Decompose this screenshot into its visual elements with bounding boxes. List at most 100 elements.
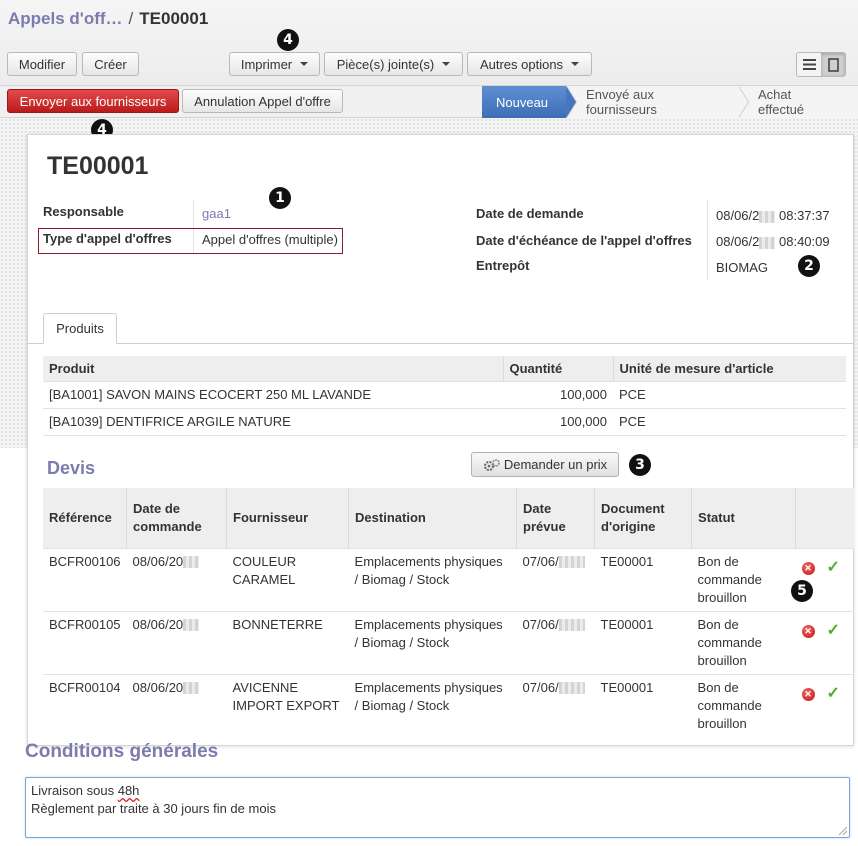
stage-sent-to-suppliers[interactable]: Envoyé aux fournisseurs — [566, 86, 750, 118]
column-order-date[interactable]: Date de commande — [126, 488, 228, 548]
order-date-cell: 08/06/20 — [126, 673, 227, 737]
table-row[interactable]: BCFR00106 08/06/20 COULEUR CARAMEL Emplac… — [43, 547, 854, 611]
breadcrumb-current: TE00001 — [139, 9, 209, 28]
caret-down-icon — [300, 62, 309, 66]
general-conditions-textarea[interactable]: Livraison sous 48h Règlement par traite … — [25, 777, 850, 838]
column-origin[interactable]: Document d'origine — [594, 488, 693, 548]
confirm-check-icon[interactable]: ✓ — [827, 559, 840, 577]
status-text: brouillon — [697, 652, 747, 668]
deadline-date-text: 08/06/2 — [716, 234, 760, 249]
confirm-check-icon[interactable]: ✓ — [827, 685, 840, 703]
field-divider — [707, 200, 708, 280]
callout-one: 1 — [269, 187, 291, 209]
redacted-block — [558, 682, 585, 695]
callout-four-top: 4 — [277, 29, 299, 51]
actions-cell: ✕ ✓ — [795, 610, 854, 674]
product-cell: [BA1001] SAVON MAINS ECOCERT 250 ML LAVA… — [43, 380, 503, 408]
cancel-icon[interactable]: ✕ — [801, 687, 815, 701]
uom-cell: PCE — [613, 407, 846, 436]
planned-text: 07/06/ — [522, 616, 559, 632]
conditions-line-2: Règlement par traite à 30 jours fin de m… — [31, 801, 276, 816]
edit-button[interactable]: Modifier — [7, 52, 77, 76]
conditions-line-1: Livraison sous 48h — [31, 782, 844, 800]
resize-grip-icon[interactable] — [839, 827, 847, 835]
column-uom[interactable]: Unité de mesure d'article — [613, 356, 846, 381]
header-text: commande — [133, 518, 202, 534]
status-text: brouillon — [697, 715, 747, 731]
attachments-dropdown-button[interactable]: Pièce(s) jointe(s) — [324, 52, 463, 76]
supplier-text: CARAMEL — [232, 571, 296, 587]
table-row[interactable]: BCFR00105 08/06/20 BONNETERRE Emplacemen… — [43, 610, 854, 674]
column-reference[interactable]: Référence — [43, 488, 128, 548]
responsible-label: Responsable — [43, 204, 124, 219]
cancel-icon[interactable]: ✕ — [801, 561, 815, 575]
breadcrumb-parent-link[interactable]: Appels d'off… — [8, 9, 123, 28]
stage-arrow — [566, 86, 577, 118]
supplier-text: AVICENNE — [232, 679, 299, 695]
destination-text: Emplacements physiques — [354, 553, 503, 569]
request-time-text: 08:37:37 — [779, 208, 830, 223]
view-switcher — [796, 52, 846, 77]
uom-cell: PCE — [613, 380, 846, 408]
header-text: d'origine — [601, 518, 656, 534]
reference-cell: BCFR00104 — [43, 673, 127, 737]
column-supplier[interactable]: Fournisseur — [226, 488, 350, 548]
supplier-cell: COULEUR CARAMEL — [226, 547, 349, 611]
more-options-dropdown-button[interactable]: Autres options — [467, 52, 592, 76]
redacted-block — [558, 556, 585, 569]
list-view-icon[interactable] — [797, 53, 821, 76]
create-button[interactable]: Créer — [82, 52, 139, 76]
supplier-text: BONNETERRE — [232, 616, 323, 632]
column-status[interactable]: Statut — [691, 488, 797, 548]
order-date-cell: 08/06/20 — [126, 547, 227, 611]
origin-cell: TE00001 — [594, 673, 692, 737]
status-cell: Bon de commande brouillon — [691, 547, 796, 611]
quotes-header-row: Référence Date de commande Fournisseur De… — [43, 488, 854, 548]
statusbar-row: Envoyer aux fournisseurs Annulation Appe… — [0, 86, 858, 118]
destination-text: / Biomag / Stock — [354, 634, 450, 650]
cancel-call-for-tender-button[interactable]: Annulation Appel d'offre — [182, 89, 343, 113]
header-text: Document — [601, 500, 665, 516]
table-row[interactable]: BCFR00104 08/06/20 AVICENNE IMPORT EXPORT… — [43, 673, 854, 737]
tender-type-value: Appel d'offres (multiple) — [202, 232, 338, 247]
quotes-table: Référence Date de commande Fournisseur De… — [43, 488, 854, 737]
status-text: Bon de — [697, 679, 739, 695]
table-row[interactable]: [BA1001] SAVON MAINS ECOCERT 250 ML LAVA… — [43, 380, 846, 408]
deadline-time-text: 08:40:09 — [779, 234, 830, 249]
header-text: prévue — [523, 518, 566, 534]
redacted-block — [183, 556, 200, 569]
column-quantity[interactable]: Quantité — [503, 356, 614, 381]
stage-new[interactable]: Nouveau — [482, 86, 578, 118]
stage-new-label: Nouveau — [496, 94, 549, 110]
general-conditions-title: Conditions générales — [25, 741, 219, 762]
tab-products[interactable]: Produits — [43, 313, 117, 344]
status-text: Bon de — [697, 553, 739, 569]
stage-purchase-done[interactable]: Achat effectué — [738, 86, 858, 118]
destination-cell: Emplacements physiques / Biomag / Stock — [348, 610, 517, 674]
more-options-label: Autres options — [479, 56, 564, 72]
status-text: commande — [697, 697, 762, 713]
supplier-text: IMPORT EXPORT — [232, 697, 340, 713]
record-title: TE00001 — [47, 152, 149, 180]
cancel-icon[interactable]: ✕ — [801, 624, 815, 638]
gears-icon — [483, 458, 500, 471]
print-dropdown-button[interactable]: Imprimer — [229, 52, 320, 76]
deadline-label: Date d'échéance de l'appel d'offres — [476, 233, 692, 248]
supplier-cell: AVICENNE IMPORT EXPORT — [226, 673, 349, 737]
responsible-value[interactable]: gaa1 — [202, 206, 231, 221]
column-actions — [795, 488, 854, 548]
quantity-cell: 100,000 — [503, 407, 613, 436]
request-date-text: 08/06/2 — [716, 208, 760, 223]
warehouse-label: Entrepôt — [476, 258, 530, 273]
tender-type-label: Type d'appel d'offres — [43, 231, 172, 246]
confirm-check-icon[interactable]: ✓ — [827, 622, 840, 640]
status-cell: Bon de commande brouillon — [691, 673, 796, 737]
request-price-button[interactable]: Demander un prix — [471, 452, 619, 477]
column-planned-date[interactable]: Date prévue — [516, 488, 596, 548]
column-destination[interactable]: Destination — [348, 488, 518, 548]
table-row[interactable]: [BA1039] DENTIFRICE ARGILE NATURE 100,00… — [43, 407, 846, 436]
column-product[interactable]: Produit — [43, 356, 504, 381]
destination-cell: Emplacements physiques / Biomag / Stock — [348, 547, 517, 611]
form-view-icon[interactable] — [821, 53, 845, 76]
send-to-suppliers-button[interactable]: Envoyer aux fournisseurs — [7, 89, 179, 113]
